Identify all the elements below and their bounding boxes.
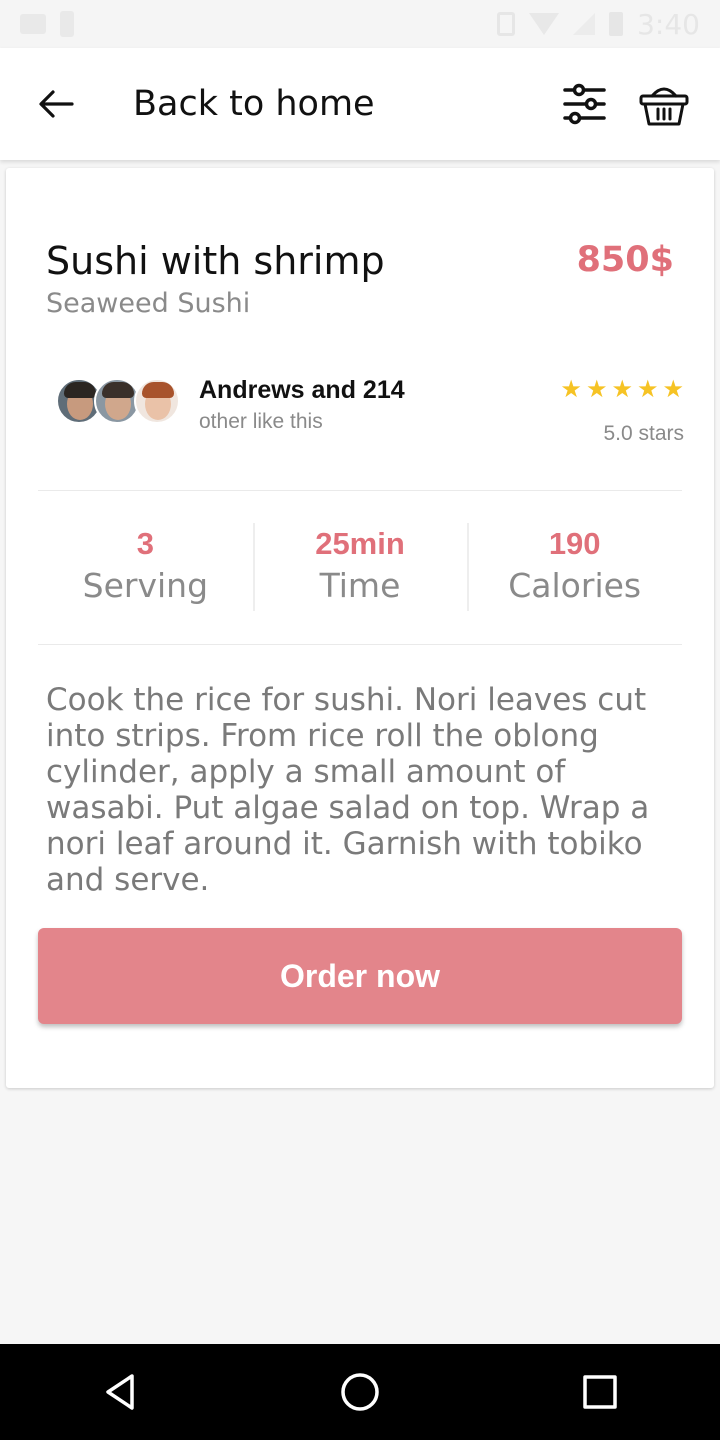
basket-button[interactable]	[638, 80, 690, 128]
stat-value: 190	[548, 526, 601, 561]
star-icon: ★	[585, 376, 608, 403]
stat-calories: 190 Calories	[467, 518, 682, 614]
page-title: Back to home	[133, 84, 375, 124]
filter-button[interactable]	[560, 82, 608, 126]
divider	[38, 490, 682, 491]
vibrate-icon	[497, 12, 516, 36]
star-icon: ★	[636, 376, 659, 403]
rating-label: 5.0 stars	[603, 422, 684, 445]
home-circle-icon	[341, 1373, 379, 1411]
signal-icon	[573, 13, 596, 35]
arrow-left-icon	[39, 90, 74, 118]
stat-label: Serving	[82, 566, 209, 605]
stat-value: 3	[136, 526, 154, 561]
dish-description: Cook the rice for sushi. Nori leaves cut…	[46, 682, 650, 898]
divider	[38, 644, 682, 645]
status-bar: 3:40	[0, 0, 720, 48]
dish-card: Sushi with shrimp Seaweed Sushi 850$ And…	[6, 168, 714, 1088]
stat-time: 25min Time	[252, 518, 468, 614]
basket-icon	[639, 87, 689, 126]
dish-name: Sushi with shrimp	[46, 239, 385, 283]
order-now-button[interactable]: Order now	[38, 928, 682, 1024]
stat-label: Time	[319, 566, 401, 605]
stat-serving: 3 Serving	[38, 518, 253, 614]
back-button[interactable]	[36, 84, 76, 124]
liker-avatars	[56, 378, 186, 428]
back-triangle-icon	[106, 1374, 134, 1410]
avatar	[134, 378, 180, 424]
stats-row: 3 Serving 25min Time 190 Calories	[38, 518, 682, 614]
wifi-icon	[529, 13, 560, 35]
star-icon: ★	[662, 376, 684, 403]
nav-home-button[interactable]	[330, 1362, 390, 1422]
stat-value: 25min	[315, 526, 405, 561]
likes-subtitle: other like this	[199, 410, 323, 433]
status-left	[20, 11, 74, 37]
stat-label: Calories	[508, 566, 642, 605]
recents-square-icon	[583, 1375, 617, 1409]
status-right: 3:40	[497, 8, 700, 41]
phone-icon	[60, 11, 74, 37]
battery-icon	[609, 12, 624, 36]
nav-back-button[interactable]	[90, 1362, 150, 1422]
sliders-icon	[563, 83, 606, 125]
rating-stars: ★ ★ ★ ★ ★	[560, 378, 684, 402]
likes-name: Andrews and 214	[199, 376, 405, 404]
system-nav-bar	[0, 1344, 720, 1440]
image-icon	[20, 14, 46, 34]
star-icon: ★	[611, 376, 633, 403]
status-time: 3:40	[637, 7, 700, 41]
star-icon: ★	[560, 376, 582, 403]
dish-subtitle: Seaweed Sushi	[46, 288, 251, 319]
app-bar: Back to home	[0, 48, 720, 160]
dish-price: 850$	[576, 240, 674, 280]
nav-recents-button[interactable]	[570, 1362, 630, 1422]
